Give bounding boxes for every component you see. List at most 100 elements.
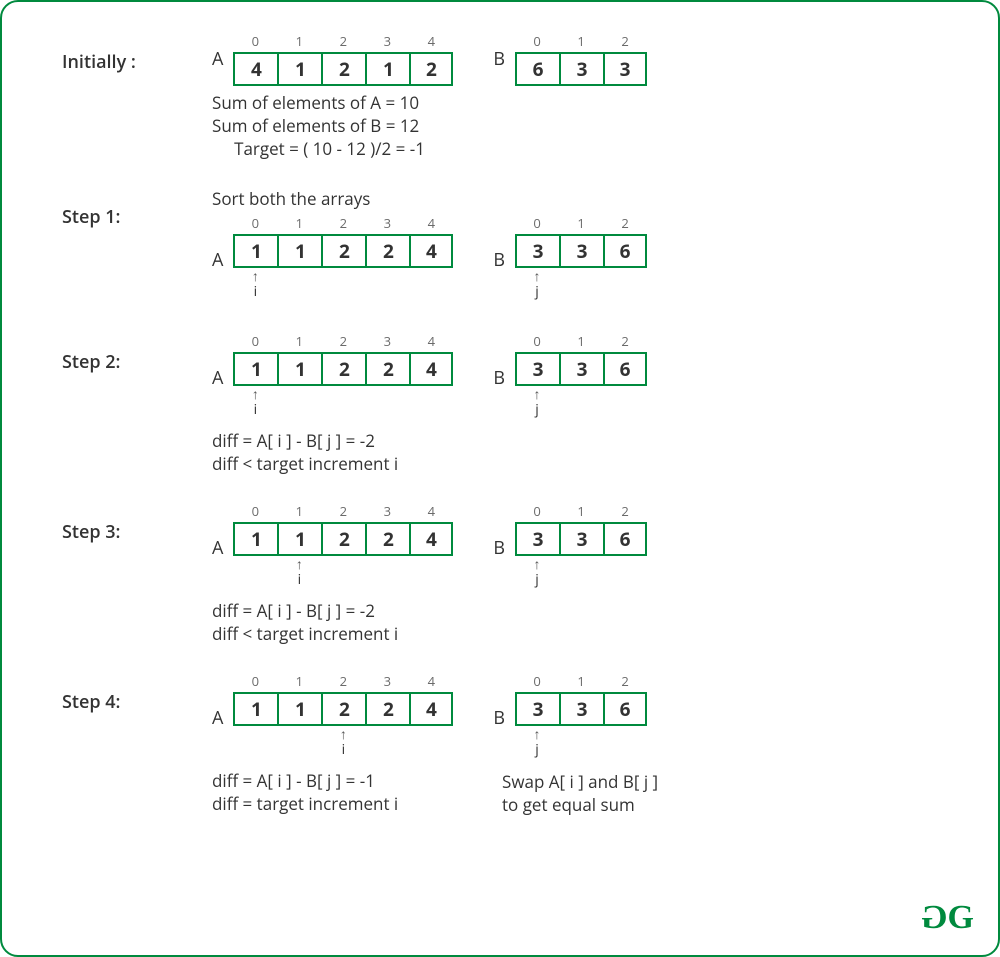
array-and-pointer: 0123411224↑i [233, 502, 453, 594]
cells-row: 11224 [233, 692, 453, 726]
step-body: A0123411224↑iB012336↑jdiff = A[ i ] - B[… [212, 672, 938, 818]
array-and-pointer: 0123411224↑i [233, 672, 453, 764]
index-label: 0 [515, 32, 559, 50]
arrays-line: A0123411224↑iB012336↑j [212, 502, 938, 594]
array-cell: 2 [365, 692, 409, 726]
pointer-row: ↑i [233, 388, 453, 424]
array-cell: 3 [559, 234, 603, 268]
index-label: 3 [365, 672, 409, 690]
pointer-slot: ↑i [277, 558, 321, 594]
pointer-slot [559, 558, 603, 594]
array-cell: 1 [277, 692, 321, 726]
array-block: A0123411224↑i [212, 332, 453, 424]
pointer-row: ↑i [233, 270, 453, 306]
index-label: 1 [559, 332, 603, 350]
caption-line: diff = A[ i ] - B[ j ] = -2 [212, 600, 938, 623]
array-cell: 2 [365, 234, 409, 268]
pointer-row: ↑j [515, 558, 647, 594]
step-row: Step 4:A0123411224↑iB012336↑jdiff = A[ i… [62, 672, 938, 818]
array-cell: 4 [409, 692, 453, 726]
pointer-row: ↑i [233, 728, 453, 764]
pointer-slot [365, 388, 409, 424]
array-and-pointer: 0123411224↑i [233, 332, 453, 424]
indices-row: 01234 [233, 32, 453, 50]
pointer-slot [409, 388, 453, 424]
index-label: 2 [321, 214, 365, 232]
logo: GG [925, 899, 970, 937]
pointer-slot: ↑j [515, 558, 559, 594]
array-block: A0123441212 [212, 32, 453, 86]
pointer-slot: ↑j [515, 270, 559, 306]
pointer-slot [277, 388, 321, 424]
indices-row: 012 [515, 32, 647, 50]
cells-row: 11224 [233, 352, 453, 386]
array-block: B012336↑j [493, 214, 647, 306]
caption-line: Target = ( 10 - 12 )/2 = -1 [212, 138, 938, 161]
caption-line: diff < target increment i [212, 453, 938, 476]
indices-row: 012 [515, 332, 647, 350]
index-label: 1 [559, 502, 603, 520]
index-label: 0 [233, 672, 277, 690]
secondary-caption-line: Swap A[ i ] and B[ j ] [502, 771, 938, 794]
pointer-slot [409, 558, 453, 594]
index-label: 0 [515, 332, 559, 350]
array-block: B012633 [493, 32, 647, 86]
array-cell: 1 [233, 522, 277, 556]
array-label: A [212, 47, 223, 71]
pointer-slot [559, 388, 603, 424]
index-label: 2 [321, 332, 365, 350]
array-cell: 2 [365, 522, 409, 556]
array-cell: 2 [321, 692, 365, 726]
step-row: Step 3:A0123411224↑iB012336↑jdiff = A[ i… [62, 502, 938, 646]
array-cell: 6 [603, 692, 647, 726]
index-label: 4 [409, 332, 453, 350]
array-label: B [493, 248, 505, 272]
step-row: Step 2:A0123411224↑iB012336↑jdiff = A[ i… [62, 332, 938, 476]
index-label: 1 [277, 502, 321, 520]
array-cell: 4 [409, 522, 453, 556]
cells-row: 11224 [233, 522, 453, 556]
array-cell: 4 [409, 234, 453, 268]
pointer-slot [603, 388, 647, 424]
pointer-slot [603, 270, 647, 306]
pointer-label: j [535, 282, 539, 301]
step-row: Step 1:Sort both the arraysA0123411224↑i… [62, 187, 938, 306]
index-label: 1 [559, 672, 603, 690]
index-label: 2 [603, 32, 647, 50]
array-and-pointer: 012633 [515, 32, 647, 86]
array-cell: 1 [277, 522, 321, 556]
step-body: Sort both the arraysA0123411224↑iB012336… [212, 187, 938, 306]
index-label: 4 [409, 214, 453, 232]
array-cell: 1 [233, 692, 277, 726]
index-label: 0 [515, 502, 559, 520]
indices-row: 01234 [233, 672, 453, 690]
array-cell: 3 [559, 352, 603, 386]
array-cell: 2 [321, 52, 365, 86]
array-cell: 3 [603, 52, 647, 86]
array-cell: 6 [515, 52, 559, 86]
step-title: Step 2: [62, 332, 212, 374]
caption-line: Sum of elements of B = 12 [212, 115, 938, 138]
index-label: 0 [233, 32, 277, 50]
pointer-label: i [342, 740, 346, 759]
steps-container: Initially :A0123441212B012633Sum of elem… [62, 32, 938, 817]
pointer-slot [233, 558, 277, 594]
index-label: 1 [277, 332, 321, 350]
index-label: 2 [603, 332, 647, 350]
index-label: 1 [277, 672, 321, 690]
array-block: A0123411224↑i [212, 672, 453, 764]
index-label: 2 [321, 32, 365, 50]
indices-row: 012 [515, 214, 647, 232]
index-label: 1 [277, 32, 321, 50]
pointer-row: ↑i [233, 558, 453, 594]
indices-row: 012 [515, 672, 647, 690]
array-label: A [212, 706, 223, 730]
pointer-slot [277, 728, 321, 764]
array-cell: 3 [559, 52, 603, 86]
step-row: Initially :A0123441212B012633Sum of elem… [62, 32, 938, 161]
index-label: 4 [409, 672, 453, 690]
pointer-slot: ↑i [321, 728, 365, 764]
index-label: 1 [559, 32, 603, 50]
array-and-pointer: 012336↑j [515, 502, 647, 594]
arrays-line: A0123411224↑iB012336↑j [212, 214, 938, 306]
